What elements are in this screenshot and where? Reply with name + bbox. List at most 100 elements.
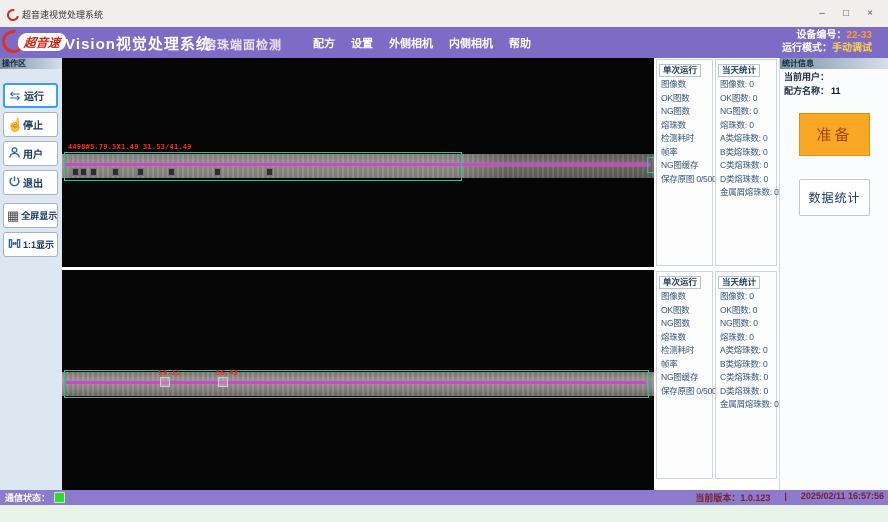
version-text: 当前版本：1.0.123 <box>695 491 770 504</box>
measurement-label: 53.11 <box>158 369 180 377</box>
data-statistics-button[interactable]: 数据统计 <box>799 179 870 216</box>
run-button[interactable]: ⇆ 运行 <box>3 83 58 108</box>
stat-row: A类熔珠数: 0 <box>716 132 776 146</box>
status-right: 当前版本：1.0.123 | 2025/02/11 16:57:56 <box>695 491 884 504</box>
bead-marker <box>80 168 87 176</box>
fullscreen-button[interactable]: ▦ 全屏显示 <box>3 203 58 228</box>
single-run-rows: 图像数OK图数NG图数熔珠数检测耗时帧率NG图缓存保存原图 0/500 <box>657 78 712 186</box>
bead-marker <box>168 168 175 176</box>
run-button-label: 运行 <box>24 88 44 103</box>
stat-row: 图像数: 0 <box>716 290 776 304</box>
stat-row: OK图数: 0 <box>716 92 776 106</box>
stat-row: 图像数 <box>657 78 712 92</box>
bead-marker <box>72 168 79 176</box>
today-stats-panel-top: 当天统计 图像数: 0OK图数: 0NG图数: 0熔珠数: 0A类熔珠数: 0B… <box>715 59 777 266</box>
one-to-one-button[interactable]: 1:1显示 <box>3 232 58 257</box>
stat-row: 检测耗时 <box>657 344 712 358</box>
current-user-label: 当前用户： <box>784 72 829 82</box>
maximize-button[interactable]: □ <box>836 6 856 21</box>
stat-row: OK图数 <box>657 92 712 106</box>
power-icon <box>7 175 21 190</box>
minimize-button[interactable]: – <box>812 6 832 21</box>
sidebar-title: 操作区 <box>0 58 62 69</box>
stop-hand-icon: ☝ <box>7 118 21 131</box>
bead-marker <box>218 377 228 387</box>
exit-button[interactable]: 退出 <box>3 170 58 195</box>
single-run-rows: 图像数OK图数NG图数熔珠数检测耗时帧率NG图缓存保存原图 0/500 <box>657 290 712 398</box>
stat-row: D类熔珠数: 0 <box>716 173 776 187</box>
stat-row: 图像数 <box>657 290 712 304</box>
stat-row: NG图数 <box>657 317 712 331</box>
stat-row: B类熔珠数: 0 <box>716 146 776 160</box>
stat-row: 检测耗时 <box>657 132 712 146</box>
menu-item[interactable]: 内侧相机 <box>449 35 493 51</box>
stat-row: 熔珠数: 0 <box>716 331 776 345</box>
app-header: 超音速 IVision视觉处理系统 熔珠端面检测 配方设置外侧相机内侧相机帮助 … <box>0 27 888 58</box>
comm-status-led <box>54 492 65 503</box>
fullscreen-button-label: 全屏显示 <box>21 209 57 222</box>
single-run-panel-bottom: 单次运行 图像数OK图数NG图数熔珠数检测耗时帧率NG图缓存保存原图 0/500 <box>656 271 713 479</box>
user-button[interactable]: 用户 <box>3 141 58 166</box>
stat-row: 金属屑熔珠数: 0 <box>716 186 776 200</box>
status-datetime: 2025/02/11 16:57:56 <box>801 491 884 504</box>
one-to-one-icon <box>7 237 21 252</box>
measurement-annotation: 4498#5.79.5X1.49 31.53/41.49 <box>68 143 192 151</box>
stat-row: 熔珠数 <box>657 331 712 345</box>
run-loop-icon: ⇆ <box>8 89 22 102</box>
menu-bar: 配方设置外侧相机内侧相机帮助 <box>313 27 531 58</box>
close-button[interactable]: × <box>860 6 880 21</box>
stat-row: A类熔珠数: 0 <box>716 344 776 358</box>
ready-button[interactable]: 准备 <box>799 113 870 156</box>
status-bar: 通信状态： 当前版本：1.0.123 | 2025/02/11 16:57:56 <box>0 490 888 505</box>
stat-row: NG图数: 0 <box>716 105 776 119</box>
run-mode-label: 运行模式： <box>782 43 832 54</box>
user-icon <box>7 146 21 161</box>
roi-rectangle <box>64 370 649 398</box>
bead-marker <box>266 168 273 176</box>
user-button-label: 用户 <box>23 146 43 161</box>
window-title: 超音速视觉处理系统 <box>22 8 103 21</box>
operation-sidebar: 操作区 ⇆ 运行 ☝ 停止 用户 退出 ▦ 全屏显示 <box>0 58 62 490</box>
inner-camera-view: 53.11 56.43 <box>62 270 654 490</box>
menu-item[interactable]: 外侧相机 <box>389 35 433 51</box>
single-run-panel-top: 单次运行 图像数OK图数NG图数熔珠数检测耗时帧率NG图缓存保存原图 0/500 <box>656 59 713 266</box>
recipe-name-value: 11 <box>831 86 841 96</box>
bead-marker <box>90 168 97 176</box>
app-logo-icon <box>5 7 21 23</box>
today-stats-rows: 图像数: 0OK图数: 0NG图数: 0熔珠数: 0A类熔珠数: 0B类熔珠数:… <box>716 78 776 200</box>
roi-edge-mark <box>647 157 654 173</box>
stop-button[interactable]: ☝ 停止 <box>3 112 58 137</box>
stop-button-label: 停止 <box>23 117 43 132</box>
bead-marker <box>137 168 144 176</box>
run-mode-value: 手动调试 <box>832 43 872 54</box>
header-info: 设备编号：22-33 运行模式：手动调试 <box>782 29 872 55</box>
menu-item[interactable]: 配方 <box>313 35 335 51</box>
stat-row: NG图缓存 <box>657 159 712 173</box>
stat-row: C类熔珠数: 0 <box>716 371 776 385</box>
stat-row: OK图数 <box>657 304 712 318</box>
status-separator: | <box>784 491 787 504</box>
stat-row: 熔珠数 <box>657 119 712 133</box>
info-panel-title: 统计信息 <box>780 58 888 69</box>
roi-rectangle <box>64 152 462 181</box>
fullscreen-grid-icon: ▦ <box>7 209 19 222</box>
stat-row: 熔珠数: 0 <box>716 119 776 133</box>
stat-row: 帧率 <box>657 146 712 160</box>
app-window: 超音速视觉处理系统 – □ × 超音速 IVision视觉处理系统 熔珠端面检测… <box>0 0 888 522</box>
menu-item[interactable]: 帮助 <box>509 35 531 51</box>
device-number-label: 设备编号： <box>796 30 846 41</box>
outer-camera-view: 4498#5.79.5X1.49 31.53/41.49 <box>62 58 654 267</box>
one-to-one-button-label: 1:1显示 <box>23 238 54 251</box>
stat-row: OK图数: 0 <box>716 304 776 318</box>
app-title: IVision视觉处理系统 <box>60 33 212 54</box>
single-run-title: 单次运行 <box>659 276 701 289</box>
statistics-info-panel: 统计信息 当前用户： 配方名称：11 准备 数据统计 <box>779 58 888 490</box>
recipe-name-label: 配方名称： <box>784 86 829 96</box>
stat-row: 保存原图 0/500 <box>657 173 712 187</box>
menu-item[interactable]: 设置 <box>351 35 373 51</box>
measurement-label: 56.43 <box>216 369 238 377</box>
comm-status-label: 通信状态： <box>5 491 50 504</box>
stat-row: 图像数: 0 <box>716 78 776 92</box>
stat-row: 保存原图 0/500 <box>657 385 712 399</box>
stat-row: NG图缓存 <box>657 371 712 385</box>
